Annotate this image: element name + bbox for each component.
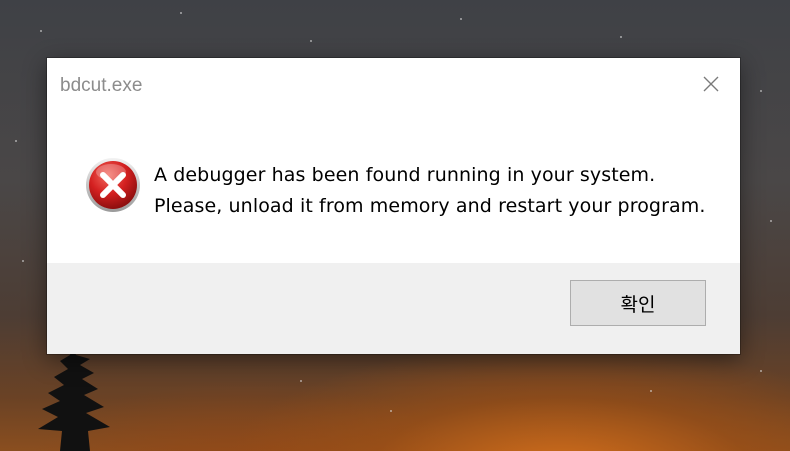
message-content: A debugger has been found running in you… [47, 110, 740, 263]
message-text: A debugger has been found running in you… [154, 160, 705, 222]
star [390, 410, 392, 412]
message-box-dialog: bdcut.exe A debugger has been found runn… [47, 58, 740, 354]
star [760, 370, 762, 372]
star [760, 90, 762, 92]
tree-silhouette [38, 345, 110, 451]
star [22, 260, 24, 262]
star [460, 18, 462, 20]
error-icon [86, 158, 140, 212]
title-bar[interactable]: bdcut.exe [47, 58, 740, 110]
star [310, 40, 312, 42]
star [40, 30, 42, 32]
star [180, 12, 182, 14]
ok-button[interactable]: 확인 [570, 280, 706, 326]
star [300, 380, 302, 382]
star [620, 36, 622, 38]
star [650, 390, 652, 392]
close-icon [703, 76, 719, 92]
star [15, 140, 17, 142]
message-line-1: A debugger has been found running in you… [154, 164, 656, 186]
button-area: 확인 [47, 263, 740, 354]
close-button[interactable] [689, 66, 733, 102]
star [770, 220, 772, 222]
window-title: bdcut.exe [60, 75, 143, 96]
message-line-2: Please, unload it from memory and restar… [154, 195, 706, 217]
